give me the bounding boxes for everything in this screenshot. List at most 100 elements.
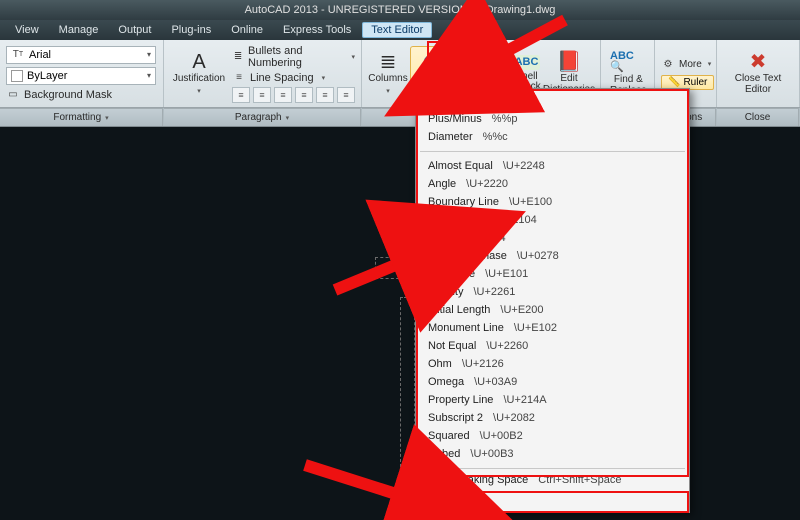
ribbon-tabs: View Manage Output Plug-ins Online Expre… <box>0 20 800 40</box>
more-button[interactable]: ⚙ More ▾ <box>661 57 711 71</box>
layer-name: ByLayer <box>27 70 67 82</box>
app-title: AutoCAD 2013 - UNREGISTERED VERSION <box>245 4 468 16</box>
tab-manage[interactable]: Manage <box>50 22 108 38</box>
menu-item-diameter[interactable]: Diameter%%c <box>416 128 689 146</box>
bgmask-label: Background Mask <box>24 89 112 101</box>
menu-item-code: \U+2104 <box>495 214 537 226</box>
chevron-down-icon: ▾ <box>105 114 109 122</box>
menu-item-subscript-2[interactable]: Subscript 2 \U+2082 <box>416 409 689 427</box>
font-icon: TT <box>11 48 25 62</box>
tab-express-tools[interactable]: Express Tools <box>274 22 360 38</box>
menu-item-omega[interactable]: Omega \U+03A9 <box>416 373 689 391</box>
panel-title-formatting[interactable]: Formatting▾ <box>0 108 163 126</box>
panel-title-close: Close <box>717 108 799 126</box>
align-dist-button[interactable]: ≡ <box>316 87 334 103</box>
menu-item-label: Electrical Phase <box>428 250 507 262</box>
menu-item-ohm[interactable]: Ohm \U+2126 <box>416 355 689 373</box>
symbol-dropdown: Degrees%%dPlus/Minus%%pDiameter%%c Almos… <box>415 88 690 513</box>
chevron-down-icon: ▾ <box>386 87 390 95</box>
tab-plugins[interactable]: Plug-ins <box>162 22 220 38</box>
menu-item-label: Identity <box>428 286 463 298</box>
gear-icon: ⚙ <box>661 57 675 71</box>
book-icon: 📕 <box>557 52 582 72</box>
tab-view[interactable]: View <box>6 22 48 38</box>
menu-item-identity[interactable]: Identity \U+2261 <box>416 283 689 301</box>
panel-title-paragraph[interactable]: Paragraph▾ <box>164 108 361 126</box>
menu-item-not-equal[interactable]: Not Equal \U+2260 <box>416 337 689 355</box>
app-window: AutoCAD 2013 - UNREGISTERED VERSION Draw… <box>0 0 800 520</box>
linespacing-button[interactable]: ≡ Line Spacing ▾ <box>232 71 355 85</box>
menu-item-center-line[interactable]: Center Line\U+2104 <box>416 211 689 229</box>
menu-item-cubed[interactable]: Cubed \U+00B3 <box>416 445 689 463</box>
menu-item-label: Degrees <box>428 95 470 107</box>
menu-item-label: Cubed <box>428 448 460 460</box>
panel-paragraph: A Justification ▾ ≣ Bullets and Numberin… <box>164 40 362 107</box>
menu-item-squared[interactable]: Squared\U+00B2 <box>416 427 689 445</box>
menu-item-label: Property Line <box>428 394 493 406</box>
justification-button[interactable]: A Justification ▾ <box>170 46 228 102</box>
menu-item-label: Subscript 2 <box>428 412 483 424</box>
columns-button[interactable]: ≣ Columns ▾ <box>366 46 410 102</box>
menu-item-electrical-phase[interactable]: Electrical Phase \U+0278 <box>416 247 689 265</box>
menu-item-code: \U+2126 <box>462 358 504 370</box>
menu-item-other[interactable]: Other... <box>416 494 689 512</box>
menu-item-label: Squared <box>428 430 470 442</box>
menu-item-code: \U+03A9 <box>474 376 517 388</box>
menu-item-label: Ohm <box>428 358 452 370</box>
tab-online[interactable]: Online <box>222 22 272 38</box>
menu-item-monument-line[interactable]: Monument Line\U+E102 <box>416 319 689 337</box>
menu-item-label: Initial Length <box>428 304 490 316</box>
tab-output[interactable]: Output <box>109 22 160 38</box>
find-icon: ABC🔍 <box>610 51 647 73</box>
chevron-down-icon: ▾ <box>351 53 355 61</box>
menu-item-code: \U+2082 <box>493 412 535 424</box>
menu-item-code: \U+2261 <box>473 286 515 298</box>
menu-item-code: \U+E200 <box>500 304 543 316</box>
menu-item-label: Omega <box>428 376 464 388</box>
menu-item-boundary-line[interactable]: Boundary Line\U+E100 <box>416 193 689 211</box>
bullets-button[interactable]: ≣ Bullets and Numbering ▾ <box>232 45 355 69</box>
align-extra-button[interactable]: ≡ <box>337 87 355 103</box>
bgmask-icon: ▭ <box>6 88 20 102</box>
tab-text-editor[interactable]: Text Editor <box>362 22 432 38</box>
justification-icon: A <box>192 52 205 72</box>
text-edit-frame[interactable] <box>400 297 415 467</box>
font-name: Arial <box>29 49 51 61</box>
chevron-down-icon: ▾ <box>708 60 712 68</box>
chevron-down-icon: ▾ <box>286 114 290 122</box>
menu-item-delta[interactable]: Delta\U+0394 <box>416 229 689 247</box>
menu-separator <box>420 468 685 469</box>
menu-item-label: Flow Line <box>428 268 475 280</box>
field-icon: ▤ <box>467 57 486 77</box>
chevron-down-icon: ▾ <box>197 87 201 95</box>
menu-item-almost-equal[interactable]: Almost Equal \U+2248 <box>416 157 689 175</box>
menu-item-label: Angle <box>428 178 456 190</box>
menu-item-initial-length[interactable]: Initial Length \U+E200 <box>416 301 689 319</box>
align-right-button[interactable]: ≡ <box>274 87 292 103</box>
text-edit-handle[interactable] <box>375 257 415 279</box>
align-center-button[interactable]: ≡ <box>253 87 271 103</box>
menu-item-label: Almost Equal <box>428 160 493 172</box>
layer-select[interactable]: ByLayer ▾ <box>6 67 156 85</box>
panel-formatting: TT Arial ▾ ByLayer ▾ ▭ Background Mask F… <box>0 40 164 107</box>
close-icon: ✖ <box>750 52 767 72</box>
align-justify-button[interactable]: ≡ <box>295 87 313 103</box>
menu-item-code: \U+E102 <box>514 322 557 334</box>
menu-item-angle[interactable]: Angle\U+2220 <box>416 175 689 193</box>
linespacing-icon: ≡ <box>232 71 246 85</box>
menu-item-plus-minus[interactable]: Plus/Minus%%p <box>416 110 689 128</box>
menu-item-code: \U+0278 <box>517 250 559 262</box>
font-select[interactable]: TT Arial ▾ <box>6 46 156 64</box>
align-left-button[interactable]: ≡ <box>232 87 250 103</box>
menu-item-degrees[interactable]: Degrees%%d <box>416 92 689 110</box>
close-editor-button[interactable]: ✖ Close Text Editor <box>723 46 793 102</box>
menu-item-label: Not Equal <box>428 340 476 352</box>
menu-item-nbsp[interactable]: Non-breaking Space Ctrl+Shift+Space <box>416 471 689 489</box>
menu-item-code: \U+2248 <box>503 160 545 172</box>
menu-item-property-line[interactable]: Property Line\U+214A <box>416 391 689 409</box>
bgmask-button[interactable]: ▭ Background Mask <box>6 88 157 102</box>
chevron-down-icon: ▾ <box>322 74 326 82</box>
menu-item-flow-line[interactable]: Flow Line\U+E101 <box>416 265 689 283</box>
menu-item-code: \U+2260 <box>486 340 528 352</box>
menu-item-code: \U+00B3 <box>470 448 513 460</box>
